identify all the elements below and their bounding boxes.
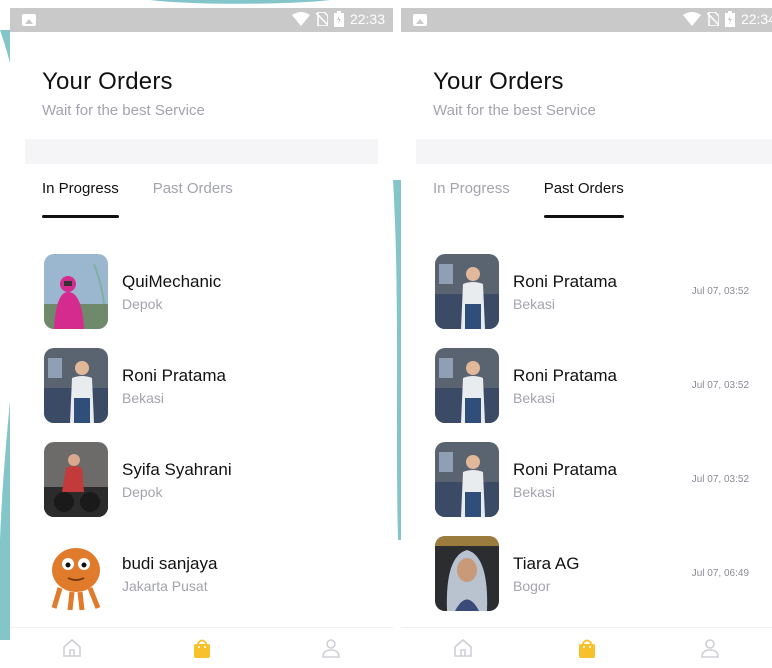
order-city: Bogor xyxy=(513,578,551,594)
battery-icon xyxy=(724,11,735,27)
order-date: Jul 07, 03:52 xyxy=(691,286,749,297)
screen-in-progress: 22:33 Your Orders Wait for the best Serv… xyxy=(10,8,393,668)
order-list: QuiMechanic Depok Roni Pratama Bekasi Sy… xyxy=(44,254,393,630)
page-title: Your Orders xyxy=(42,68,173,95)
list-item[interactable]: Roni Pratama Bekasi xyxy=(44,348,393,442)
profile-icon xyxy=(322,639,340,658)
list-item[interactable]: Roni Pratama Bekasi Jul 07, 03:52 xyxy=(435,348,772,442)
avatar xyxy=(44,442,108,517)
order-date: Jul 07, 03:52 xyxy=(691,380,749,391)
order-name: budi sanjaya xyxy=(122,554,218,573)
page-subtitle: Wait for the best Service xyxy=(433,102,596,119)
list-item[interactable]: Roni Pratama Bekasi Jul 07, 03:52 xyxy=(435,442,772,536)
wifi-icon xyxy=(682,12,701,26)
tab-past-orders[interactable]: Past Orders xyxy=(153,180,233,218)
order-tabs: In Progress Past Orders xyxy=(433,180,624,218)
profile-icon xyxy=(701,639,719,658)
nav-profile[interactable] xyxy=(698,636,722,660)
order-city: Bekasi xyxy=(122,390,165,406)
shopping-bag-icon xyxy=(578,639,595,658)
home-icon xyxy=(63,638,81,657)
nav-profile[interactable] xyxy=(319,636,343,660)
order-name: Roni Pratama xyxy=(513,272,617,291)
page-title: Your Orders xyxy=(433,68,564,95)
home-icon xyxy=(454,638,472,657)
tab-past-orders[interactable]: Past Orders xyxy=(543,180,624,218)
bottom-nav xyxy=(10,627,393,668)
nav-home[interactable] xyxy=(451,636,475,660)
order-name: QuiMechanic xyxy=(122,272,222,291)
order-city: Jakarta Pusat xyxy=(122,578,208,594)
header-divider-strip xyxy=(416,139,772,164)
order-city: Bekasi xyxy=(513,484,556,500)
tab-in-progress[interactable]: In Progress xyxy=(42,180,119,218)
bottom-nav xyxy=(401,627,772,668)
order-date: Jul 07, 06:49 xyxy=(691,568,749,579)
order-name: Tiara AG xyxy=(513,554,580,573)
order-name: Roni Pratama xyxy=(513,460,617,479)
order-city: Bekasi xyxy=(513,390,556,406)
header-divider-strip xyxy=(25,139,378,164)
no-sim-icon xyxy=(706,12,719,26)
avatar xyxy=(435,536,499,611)
list-item[interactable]: QuiMechanic Depok xyxy=(44,254,393,348)
status-time: 22:34 xyxy=(740,11,772,27)
list-item[interactable]: Syifa Syahrani Depok xyxy=(44,442,393,536)
avatar xyxy=(435,254,499,329)
order-city: Depok xyxy=(122,484,163,500)
list-item[interactable]: Tiara AG Bogor Jul 07, 06:49 xyxy=(435,536,772,630)
order-name: Roni Pratama xyxy=(122,366,226,385)
order-name: Roni Pratama xyxy=(513,366,617,385)
order-city: Bekasi xyxy=(513,296,556,312)
order-name: Syifa Syahrani xyxy=(122,460,232,479)
avatar xyxy=(44,254,108,329)
avatar xyxy=(435,348,499,423)
nav-orders[interactable] xyxy=(190,636,214,660)
screen-past-orders: 22:34 Your Orders Wait for the best Serv… xyxy=(401,8,772,668)
wifi-icon xyxy=(291,12,310,26)
order-date: Jul 07, 03:52 xyxy=(691,474,749,485)
image-icon xyxy=(22,14,36,26)
status-time: 22:33 xyxy=(349,11,385,27)
battery-icon xyxy=(333,11,344,27)
status-bar: 22:34 xyxy=(401,8,772,32)
nav-home[interactable] xyxy=(60,636,84,660)
order-list: Roni Pratama Bekasi Jul 07, 03:52 Roni P… xyxy=(435,254,772,630)
image-icon xyxy=(413,14,427,26)
avatar xyxy=(44,536,108,611)
tab-in-progress[interactable]: In Progress xyxy=(433,180,510,218)
nav-orders[interactable] xyxy=(575,636,599,660)
avatar xyxy=(44,348,108,423)
status-bar: 22:33 xyxy=(10,8,393,32)
order-city: Depok xyxy=(122,296,163,312)
no-sim-icon xyxy=(315,12,328,26)
list-item[interactable]: Roni Pratama Bekasi Jul 07, 03:52 xyxy=(435,254,772,348)
order-tabs: In Progress Past Orders xyxy=(42,180,233,218)
avatar xyxy=(435,442,499,517)
page-subtitle: Wait for the best Service xyxy=(42,102,205,119)
list-item[interactable]: budi sanjaya Jakarta Pusat xyxy=(44,536,393,630)
shopping-bag-icon xyxy=(193,639,210,658)
